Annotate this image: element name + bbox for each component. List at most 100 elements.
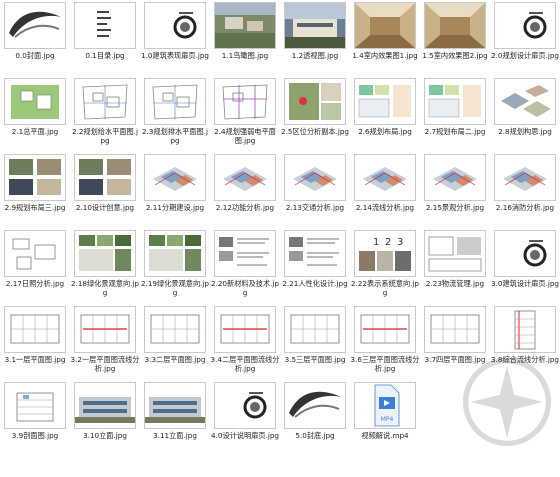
image-file-item[interactable]: 2.5区位分析副本.jpg xyxy=(280,76,350,153)
image-file-item[interactable]: 1.2透视图.jpg xyxy=(280,0,350,77)
file-thumbnail xyxy=(354,306,416,353)
image-file-item[interactable]: 3.9剖面图.jpg xyxy=(0,380,70,457)
file-thumbnail xyxy=(284,382,346,429)
image-file-item[interactable]: 2.8规划构思.jpg xyxy=(490,76,560,153)
file-thumbnail xyxy=(4,78,66,125)
file-name-label: 2.0规划设计扉页.jpg xyxy=(491,51,559,60)
file-name-label: 2.5区位分析副本.jpg xyxy=(281,127,349,136)
file-thumbnail xyxy=(354,154,416,201)
image-file-item[interactable]: 2.1总平面.jpg xyxy=(0,76,70,153)
image-file-item[interactable]: 1 2 3 2.22表示系统意向.jpg xyxy=(350,228,420,305)
image-file-item[interactable]: 4.0设计说明扉页.jpg xyxy=(210,380,280,457)
video-file-item[interactable]: MP4 视频解说.mp4 xyxy=(350,380,420,457)
image-file-item[interactable]: 3.1一层平面图.jpg xyxy=(0,304,70,381)
file-name-label: 1.4室内效果图1.jpg xyxy=(352,51,418,60)
file-thumbnail xyxy=(144,154,206,201)
image-file-item[interactable]: 2.3规划排水平面图.jpg xyxy=(140,76,210,153)
image-file-item[interactable]: 3.2一层平面图流线分析.jpg xyxy=(70,304,140,381)
file-name-label: 2.4规划强弱电平面图.jpg xyxy=(214,127,276,145)
file-thumbnail xyxy=(214,306,276,353)
image-file-item[interactable]: 2.2规划给水平面图.jpg xyxy=(70,76,140,153)
file-name-label: 2.9规划布局三.jpg xyxy=(4,203,66,212)
image-file-item[interactable]: 2.12功能分析.jpg xyxy=(210,152,280,229)
file-name-label: 2.6规划布局.jpg xyxy=(358,127,412,136)
file-thumbnail xyxy=(74,382,136,429)
image-file-item[interactable]: 2.23物流管理.jpg xyxy=(420,228,490,305)
file-name-label: 2.21人性化设计.jpg xyxy=(282,279,348,288)
file-name-label: 1.2透视图.jpg xyxy=(291,51,339,60)
file-name-label: 2.15景观分析.jpg xyxy=(425,203,485,212)
file-thumbnail xyxy=(424,306,486,353)
image-file-item[interactable]: 2.7规划布局二.jpg xyxy=(420,76,490,153)
file-thumbnail xyxy=(494,2,556,49)
image-file-item[interactable]: 1.5室内效果图2.jpg xyxy=(420,0,490,77)
file-thumbnail xyxy=(354,78,416,125)
file-name-label: 5.0封底.jpg xyxy=(295,431,335,440)
file-name-label: 3.10立面.jpg xyxy=(83,431,127,440)
file-name-label: 2.8规划构思.jpg xyxy=(498,127,552,136)
file-thumbnail xyxy=(424,78,486,125)
image-file-item[interactable]: 2.16消防分析.jpg xyxy=(490,152,560,229)
file-thumbnail xyxy=(424,230,486,277)
image-file-item[interactable]: 2.6规划布局.jpg xyxy=(350,76,420,153)
file-name-label: 2.11分期建设.jpg xyxy=(145,203,205,212)
image-file-item[interactable]: 2.20新材料及技术.jpg xyxy=(210,228,280,305)
file-name-label: 2.19绿化景观意向.jpg xyxy=(141,279,209,297)
file-thumbnail xyxy=(354,2,416,49)
file-name-label: 2.13交通分析.jpg xyxy=(285,203,345,212)
file-name-label: 2.17日照分析.jpg xyxy=(5,279,65,288)
image-file-item[interactable]: 2.11分期建设.jpg xyxy=(140,152,210,229)
image-file-item[interactable]: 2.15景观分析.jpg xyxy=(420,152,490,229)
image-file-item[interactable]: 3.11立面.jpg xyxy=(140,380,210,457)
image-file-item[interactable]: 2.9规划布局三.jpg xyxy=(0,152,70,229)
file-name-label: 3.11立面.jpg xyxy=(153,431,197,440)
file-thumbnail xyxy=(284,78,346,125)
image-file-item[interactable]: 3.0建筑设计扉页.jpg xyxy=(490,228,560,305)
image-file-item[interactable]: 3.4二层平面图流线分析.jpg xyxy=(210,304,280,381)
image-file-item[interactable]: 3.5三层平面图.jpg xyxy=(280,304,350,381)
image-file-item[interactable]: 2.19绿化景观意向.jpg xyxy=(140,228,210,305)
mp4-badge: MP4 xyxy=(380,416,394,423)
image-file-item[interactable]: 2.14流线分析.jpg xyxy=(350,152,420,229)
file-thumbnail xyxy=(284,2,346,49)
file-name-label: 4.0设计说明扉页.jpg xyxy=(211,431,279,440)
file-thumbnail xyxy=(74,154,136,201)
image-file-item[interactable]: 2.18绿化景观意向.jpg xyxy=(70,228,140,305)
file-thumbnail xyxy=(144,306,206,353)
file-thumbnail xyxy=(144,2,206,49)
image-file-item[interactable]: 1.0建筑表现扉页.jpg xyxy=(140,0,210,77)
file-thumbnail xyxy=(214,2,276,49)
image-file-item[interactable]: 2.17日照分析.jpg xyxy=(0,228,70,305)
file-name-label: 3.1一层平面图.jpg xyxy=(4,355,66,364)
image-file-item[interactable]: 2.10设计创意.jpg xyxy=(70,152,140,229)
file-name-label: 3.2一层平面图流线分析.jpg xyxy=(70,355,140,373)
image-file-item[interactable]: 3.6三层平面图流线分析.jpg xyxy=(350,304,420,381)
image-file-item[interactable]: 0.0封面.jpg xyxy=(0,0,70,77)
file-thumbnail xyxy=(4,306,66,353)
file-thumbnail xyxy=(144,78,206,125)
file-name-label: 3.9剖面图.jpg xyxy=(11,431,59,440)
svg-text:1: 1 xyxy=(373,237,379,248)
image-file-item[interactable]: 2.0规划设计扉页.jpg xyxy=(490,0,560,77)
image-file-item[interactable]: 2.13交通分析.jpg xyxy=(280,152,350,229)
file-thumbnail xyxy=(494,154,556,201)
image-file-item[interactable]: 3.10立面.jpg xyxy=(70,380,140,457)
file-name-label: 2.23物流管理.jpg xyxy=(425,279,485,288)
file-thumbnail xyxy=(424,2,486,49)
image-file-item[interactable]: 2.21人性化设计.jpg xyxy=(280,228,350,305)
file-name-label: 2.20新材料及技术.jpg xyxy=(211,279,279,297)
watermark-logo xyxy=(462,357,552,447)
file-thumbnail xyxy=(424,154,486,201)
file-name-label: 2.22表示系统意向.jpg xyxy=(351,279,419,297)
svg-text:3: 3 xyxy=(397,237,403,248)
image-file-item[interactable]: 0.1目录.jpg xyxy=(70,0,140,77)
file-thumbnail xyxy=(4,154,66,201)
image-file-item[interactable]: 2.4规划强弱电平面图.jpg xyxy=(210,76,280,153)
file-thumbnail: 123 xyxy=(354,230,416,277)
image-file-item[interactable]: 5.0封底.jpg xyxy=(280,380,350,457)
image-file-item[interactable]: 1.4室内效果图1.jpg xyxy=(350,0,420,77)
image-file-item[interactable]: 3.3二层平面图.jpg xyxy=(140,304,210,381)
file-name-label: 3.3二层平面图.jpg xyxy=(144,355,206,364)
image-file-item[interactable]: 1.1鸟瞰图.jpg xyxy=(210,0,280,77)
file-thumbnail xyxy=(284,230,346,277)
